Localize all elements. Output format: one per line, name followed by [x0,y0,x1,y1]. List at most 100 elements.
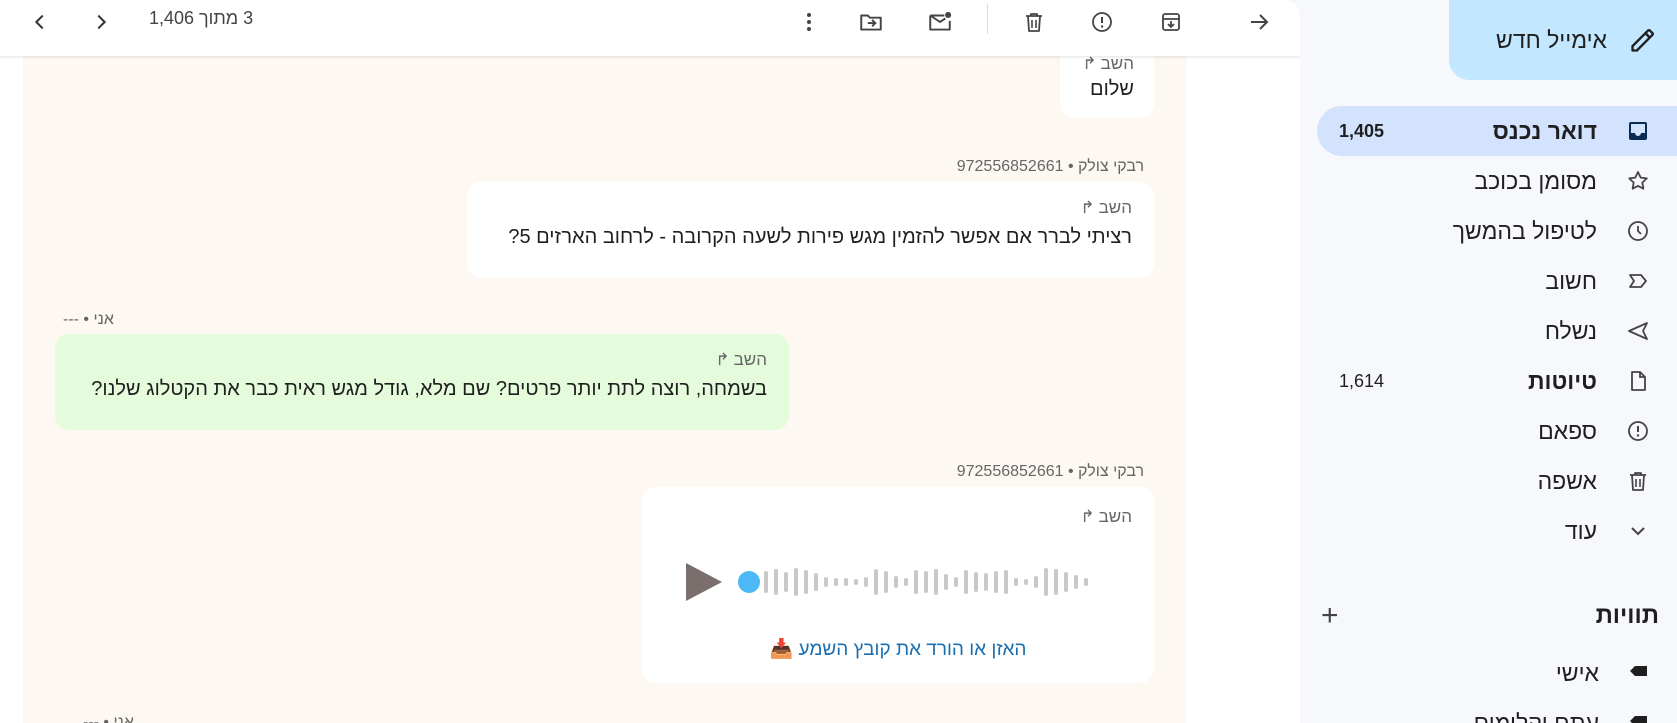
report-spam-button[interactable] [1082,4,1122,44]
reply-link[interactable]: השב ↱ [489,198,1132,218]
waveform-bar [994,571,998,593]
toolbar: 3 מתוך 1,406 [0,0,1300,56]
message-meta: רבקי צולק • 972556852661 [956,463,1144,480]
waveform-bar [1014,578,1018,586]
sidebar-item-important[interactable]: חשוב [1317,256,1677,306]
waveform-bar [824,577,828,587]
message-text: שלום [1090,78,1134,100]
audio-download-link[interactable]: 📥 האזן או הורד את קובץ השמע [642,637,1154,661]
sidebar-nav: דואר נכנס 1,405 מסומן בכוכב לטיפול בהמשך… [1317,106,1677,556]
waveform-bar [964,570,968,594]
archive-button[interactable] [1151,4,1191,44]
waveform-bar [974,572,978,592]
reply-link[interactable]: השב ↱ [1080,507,1132,527]
mark-unread-button[interactable] [920,4,960,44]
label-item-label: אישי [1555,659,1599,686]
sidebar-item-label: אשפה [1537,467,1597,494]
waveform-bar [794,568,798,596]
waveform-bar [884,571,888,593]
draft-icon [1625,368,1651,394]
compose-label: אימייל חדש [1496,26,1607,53]
audio-waveform[interactable] [762,559,1092,605]
sidebar-item-more[interactable]: עוד [1317,506,1677,556]
arrow-forward-icon [1247,10,1271,39]
message-bubble: השב ↱ רציתי לברר אם אפשר להזמין מגש פירות… [467,182,1154,278]
delete-button[interactable] [1014,4,1054,44]
waveform-bar [854,579,858,585]
sidebar-item-spam[interactable]: ספאם [1317,406,1677,456]
waveform-bar [834,578,838,586]
more-vert-icon [797,10,821,39]
send-icon [1625,318,1651,344]
label-item-label: עתם וקלימים [1473,709,1599,723]
label-item-2[interactable]: עתם וקלימים [1317,701,1677,723]
spam-icon [1625,418,1651,444]
sidebar-item-drafts[interactable]: טיוטות 1,614 [1317,356,1677,406]
audio-scrubber[interactable] [738,571,760,593]
waveform-bar [774,569,778,595]
reply-icon: ↱ [715,350,730,369]
trash-icon [1625,468,1651,494]
waveform-bar [1074,575,1078,589]
message-text: רציתי לברר אם אפשר להזמין מגש פירות לשעה… [508,226,1132,248]
waveform-bar [804,570,808,594]
label-item-personal[interactable]: אישי [1317,651,1677,695]
back-button[interactable] [1239,4,1279,44]
waveform-bar [814,573,818,591]
reply-link[interactable]: השב ↱ [77,350,767,370]
sidebar-item-label: נשלח [1544,317,1597,344]
move-to-button[interactable] [851,4,891,44]
message-meta: אני • --- [83,714,134,723]
unread-count: 1,405 [1339,120,1385,141]
sidebar-item-trash[interactable]: אשפה [1317,456,1677,506]
waveform-bar [984,573,988,591]
labels-header: תוויות + [1317,596,1659,636]
sidebar-item-snoozed[interactable]: לטיפול בהמשך [1317,206,1677,256]
waveform-bar [1044,568,1048,596]
sidebar-item-label: עוד [1564,517,1597,544]
add-label-icon[interactable]: + [1317,599,1339,633]
important-icon [1625,268,1651,294]
reply-icon: ↱ [1080,198,1095,217]
reply-icon: ↱ [1082,56,1097,73]
message-bubble: השב ↱ בשמחה, רוצה לתת יותר פרטים? שם מלא,… [55,334,789,430]
waveform-bar [784,572,788,592]
pencil-icon [1629,26,1657,54]
sidebar-item-label: חשוב [1545,267,1597,294]
waveform-bar [1004,570,1008,594]
waveform-bar [894,576,898,588]
label-icon [1627,709,1651,723]
clock-icon [1625,218,1651,244]
sidebar-item-starred[interactable]: מסומן בכוכב [1317,156,1677,206]
sidebar-item-inbox[interactable]: דואר נכנס 1,405 [1317,106,1677,156]
chevron-right-icon [90,11,112,38]
message-meta: רבקי צולק • 972556852661 [956,158,1144,175]
waveform-bar [954,577,958,587]
reply-link[interactable]: השב ↱ [1080,56,1134,74]
play-button[interactable] [682,561,724,603]
older-button[interactable] [20,4,60,44]
sidebar-item-sent[interactable]: נשלח [1317,306,1677,356]
waveform-bar [1064,572,1068,592]
conversation: השב ↱ שלום רבקי צולק • 972556852661 השב ↱ … [23,56,1186,723]
waveform-bar [764,571,768,593]
waveform-bar [904,578,908,586]
move-to-folder-icon [858,9,884,40]
waveform-bar [924,571,928,593]
waveform-bar [1084,578,1088,586]
chevron-left-icon [29,11,51,38]
trash-icon [1022,10,1046,39]
waveform-bar [944,574,948,590]
sidebar-item-label: לטיפול בהמשך [1452,217,1597,244]
chevron-down-icon [1625,518,1651,544]
drafts-count: 1,614 [1339,370,1385,391]
waveform-bar [874,569,878,595]
sidebar-item-label: טיוטות [1528,367,1597,394]
compose-button[interactable]: אימייל חדש [1449,0,1677,80]
labels-title: תוויות [1595,602,1659,629]
message-view: 3 מתוך 1,406 השב ↱ שלום רבקי צולק • 9725… [0,0,1300,723]
audio-message-bubble: השב ↱ 📥 האזן או הורד את קובץ השמע [642,487,1154,683]
more-options-button[interactable] [789,4,829,44]
newer-button[interactable] [81,4,121,44]
sidebar-item-label: ספאם [1538,417,1597,444]
